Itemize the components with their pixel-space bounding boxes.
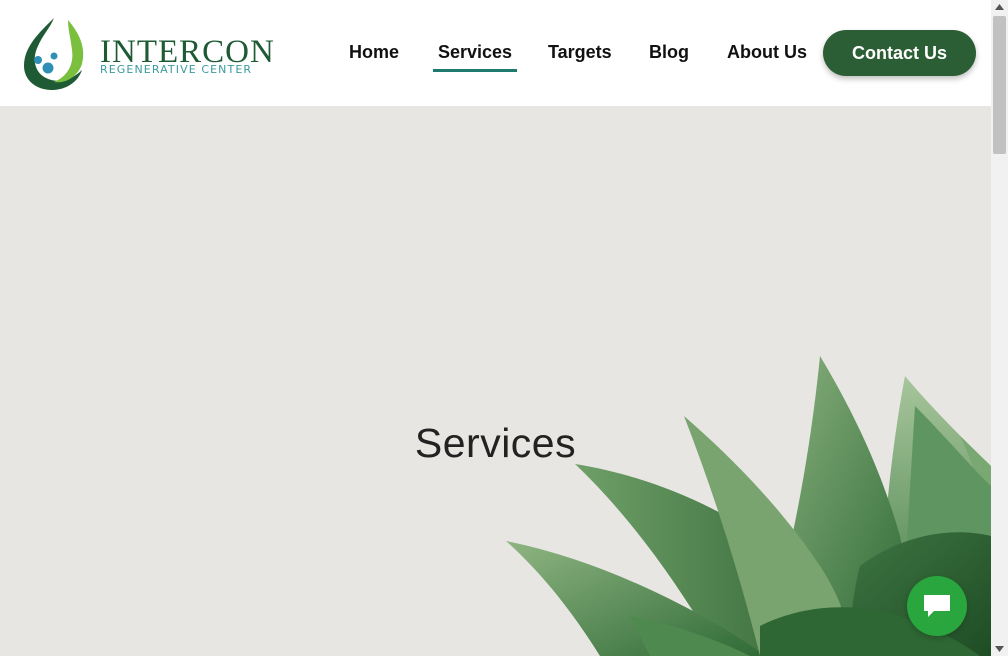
scroll-thumb[interactable] <box>993 16 1006 154</box>
scroll-down-arrow-icon[interactable] <box>991 642 1008 656</box>
nav-targets[interactable]: Targets <box>548 40 612 64</box>
nav-services[interactable]: Services <box>432 40 518 72</box>
hero-section: Services <box>0 106 991 656</box>
logo[interactable]: INTERCON REGENERATIVE CENTER <box>20 14 274 92</box>
scroll-up-arrow-icon[interactable] <box>991 0 1008 14</box>
chat-button[interactable] <box>907 576 967 636</box>
nav-blog[interactable]: Blog <box>649 40 689 64</box>
page-scrollbar[interactable] <box>991 0 1008 656</box>
chat-bubble-icon <box>924 595 950 617</box>
logo-drop-icon <box>24 18 84 90</box>
site-header: INTERCON REGENERATIVE CENTER Home Servic… <box>0 0 991 106</box>
nav-home[interactable]: Home <box>349 40 399 64</box>
succulent-plant-image <box>506 356 991 656</box>
page-title: Services <box>414 420 577 466</box>
brand-subtitle: REGENERATIVE CENTER <box>100 63 253 76</box>
contact-us-button[interactable]: Contact Us <box>823 30 976 76</box>
nav-about-us[interactable]: About Us <box>727 40 807 64</box>
